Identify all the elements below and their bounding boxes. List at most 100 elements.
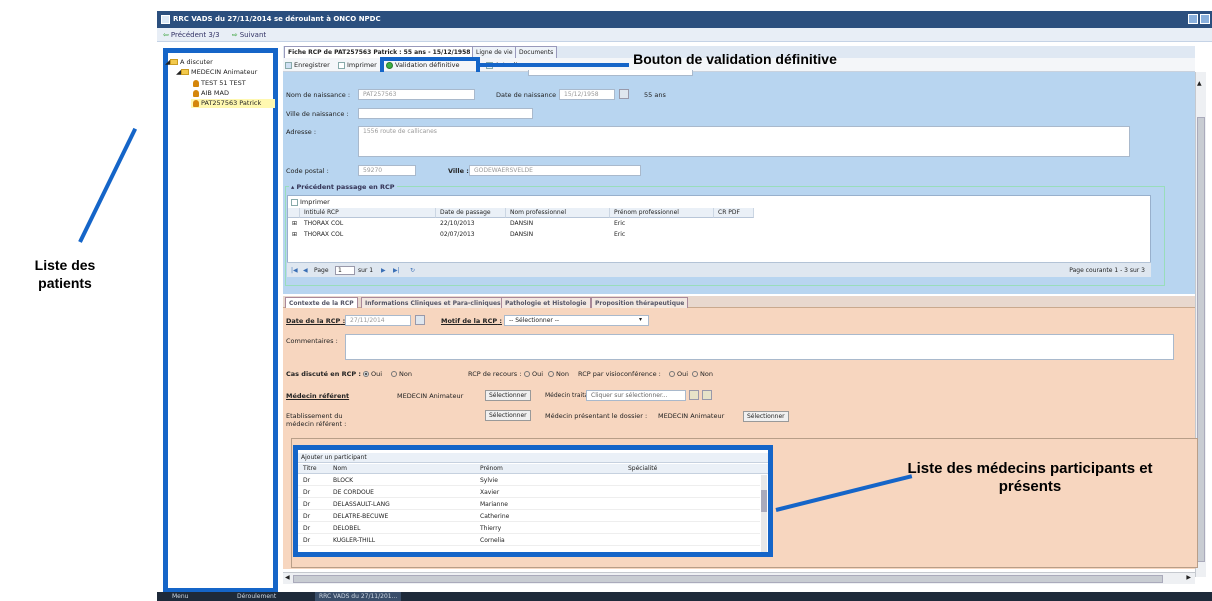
participant-row[interactable]: Dr BLOCK Sylvie [298,475,760,486]
add-participant-button[interactable]: Ajouter un participant [298,453,768,463]
tree-root[interactable]: ◢ A discuter [165,58,213,67]
age-text: 55 ans [644,91,666,99]
cas-non-radio[interactable]: Non [389,370,412,378]
tab-informations-cliniques[interactable]: Informations Cliniques et Para-cliniques [361,297,505,308]
tree-patient[interactable]: AIB MAD [193,89,229,98]
comments-field[interactable] [345,334,1174,360]
scroll-right-icon[interactable]: ▶ [1186,574,1191,581]
radio-icon [524,371,530,377]
cell-name: DELOBEL [333,525,361,532]
page-info: Page courante 1 - 3 sur 3 [1069,267,1145,274]
doctor-search-icon[interactable] [689,390,699,400]
expand-row-icon[interactable]: ⊞ [288,230,297,240]
annotation-patients: Liste des patients [34,257,96,291]
page-input[interactable]: 1 [335,266,355,275]
grid-print-button[interactable]: Imprimer [291,197,330,207]
save-button[interactable]: Enregistrer [285,60,330,70]
grid-header[interactable]: Date de passage [436,208,506,218]
visio-oui-radio[interactable]: Oui [667,370,688,378]
minimize-button[interactable] [1188,14,1198,24]
calendar-icon[interactable] [415,315,425,325]
window-titlebar: RRC VADS du 27/11/2014 se déroulant à ON… [157,11,1212,28]
table-cell: DANSIN [510,231,534,238]
city-field[interactable]: GODEWAERSVELDE [469,165,641,176]
radio-icon [669,371,675,377]
recours-non-radio[interactable]: Non [546,370,569,378]
birth-name-label: Nom de naissance : [286,91,351,99]
tab-documents[interactable]: Documents [515,46,558,58]
medecin-referent-label: Médecin référent [286,392,350,400]
cell-firstname: Sylvie [480,477,498,484]
table-cell: 22/10/2013 [440,220,475,227]
grid-header[interactable]: Nom professionnel [506,208,610,218]
col-header[interactable]: Spécialité [628,464,657,474]
participant-row[interactable]: Dr DELATRE-BECUWE Catherine [298,511,760,522]
grid-header[interactable]: Prénom professionnel [610,208,714,218]
horizontal-scrollbar[interactable]: ◀ ▶ [283,572,1195,584]
tree-group[interactable]: ◢ MEDECIN Animateur [176,68,257,77]
birth-city-field[interactable] [358,108,533,119]
grid-header[interactable]: CR PDF [714,208,754,218]
birth-date-field[interactable]: 15/12/1958 [559,89,615,100]
folder-icon [170,59,178,65]
grid-header[interactable]: Intitulé RCP [300,208,436,218]
expand-row-icon[interactable]: ⊞ [288,219,297,229]
participant-row[interactable]: Dr DELOBEL Thierry [298,523,760,534]
patient-icon [193,79,199,87]
recours-oui-radio[interactable]: Oui [522,370,543,378]
select-referent-button[interactable]: Sélectionner [485,390,531,401]
calendar-icon[interactable] [619,89,629,99]
col-header[interactable]: Titre [303,464,317,474]
participant-row[interactable]: Dr DE CORDOUE Xavier [298,487,760,498]
taskbar-item[interactable]: Déroulement [237,592,276,601]
address-field[interactable]: 1556 route de callicanes [358,126,1130,157]
participants-scrollbar[interactable] [761,475,767,552]
chevron-down-icon[interactable]: ▾ [639,316,642,323]
first-page-icon[interactable]: |◀ [291,263,298,278]
participants-grid: Ajouter un participant Titre Nom Prénom … [293,445,773,557]
scroll-left-icon[interactable]: ◀ [285,574,290,581]
scroll-thumb[interactable] [761,490,767,512]
scroll-up-icon[interactable]: ▲ [1197,80,1202,87]
refresh-icon[interactable]: ↻ [410,263,415,278]
tab-contexte[interactable]: Contexte de la RCP [285,297,358,308]
prev-page-icon[interactable]: ◀ [303,263,308,278]
radio-icon [391,371,397,377]
doctor-add-icon[interactable] [702,390,712,400]
tree-patient-selected[interactable]: PAT257563 Patrick [191,99,275,108]
previous-link[interactable]: ⇦ Précédent 3/3 [163,31,220,39]
presentant-value: MEDECIN Animateur [658,412,725,420]
traitant-field[interactable]: Cliquer sur sélectionner... [586,390,686,401]
maximize-button[interactable] [1200,14,1210,24]
postal-field[interactable]: 59270 [358,165,416,176]
col-header[interactable]: Nom [333,464,347,474]
print-button[interactable]: Imprimer [338,60,377,70]
motif-select[interactable]: -- Sélectionner -- [504,315,649,326]
tab-proposition[interactable]: Proposition thérapeutique [591,297,689,308]
grid-header-expander [288,208,300,218]
visio-non-radio[interactable]: Non [690,370,713,378]
last-page-icon[interactable]: ▶| [393,263,400,278]
patient-icon [193,99,199,107]
participant-row[interactable]: Dr KUGLER-THILL Cornelia [298,535,760,546]
page-label: Page [314,267,329,274]
participant-row[interactable]: Dr DELASSAULT-LANG Marianne [298,499,760,510]
rcp-date-field[interactable]: 27/11/2014 [345,315,411,326]
next-link[interactable]: ⇨ Suivant [232,31,266,39]
col-header[interactable]: Prénom [480,464,503,474]
cas-oui-radio[interactable]: Oui [361,370,382,378]
tree-patient[interactable]: TEST 51 TEST [193,79,246,88]
select-etablissement-button[interactable]: Sélectionner [485,410,531,421]
birth-name-field[interactable]: PAT257563 [358,89,475,100]
cell-name: DE CORDOUE [333,489,374,496]
scroll-thumb[interactable] [1197,117,1205,562]
tab-pathologie[interactable]: Pathologie et Histologie [501,297,591,308]
taskbar-item[interactable]: Menu [172,592,188,601]
previous-rcp-title[interactable]: ▴ Précédent passage en RCP [289,183,397,191]
next-page-icon[interactable]: ▶ [381,263,386,278]
scroll-thumb[interactable] [293,575,1163,583]
select-presentant-button[interactable]: Sélectionner [743,411,789,422]
taskbar-item-active[interactable]: RRC VADS du 27/11/201... [315,592,402,601]
table-cell: DANSIN [510,220,534,227]
medecin-referent-value: MEDECIN Animateur [397,392,464,400]
